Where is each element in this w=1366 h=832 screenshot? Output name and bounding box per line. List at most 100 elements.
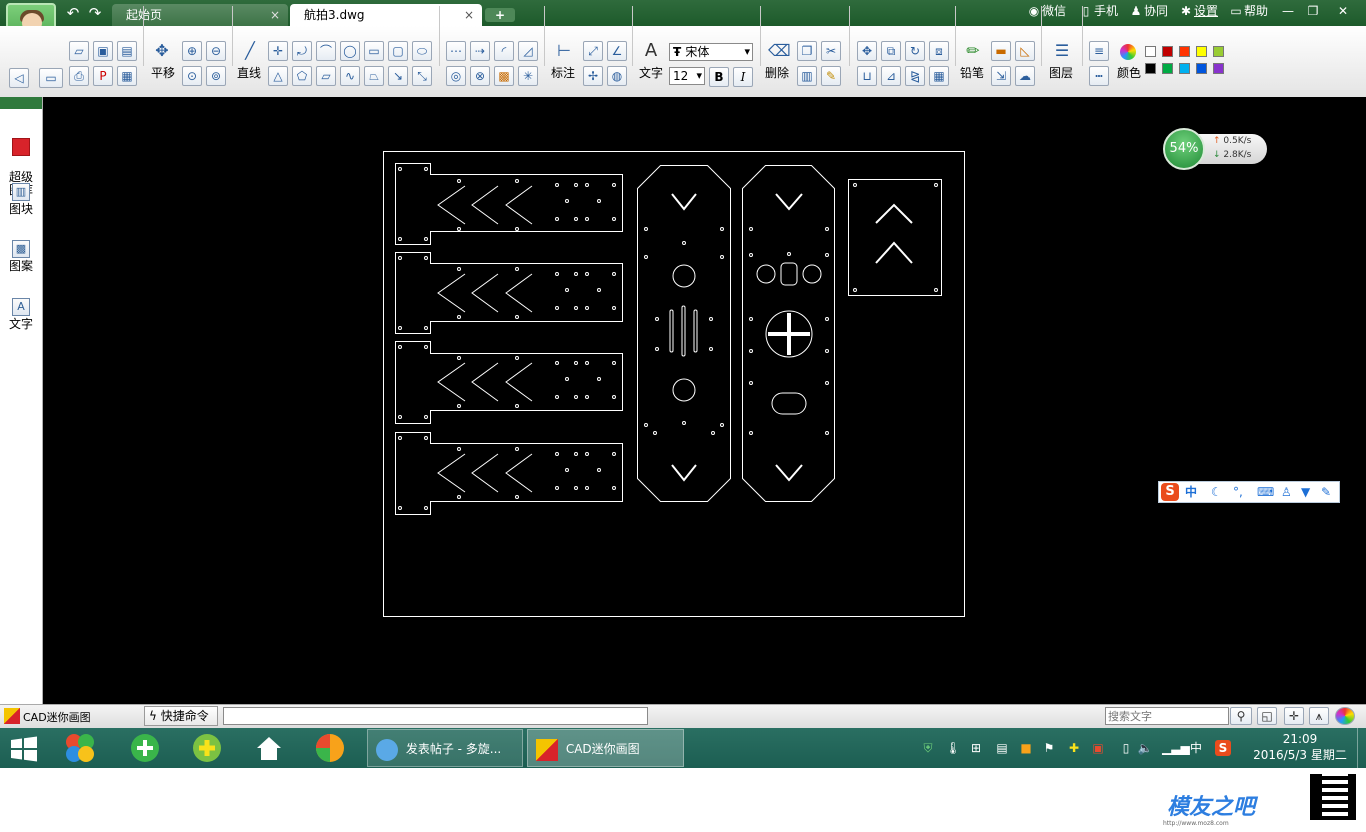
- align-icon[interactable]: ⊔: [857, 66, 877, 86]
- break-icon[interactable]: ⊗: [470, 66, 490, 86]
- text-tool-icon[interactable]: A: [641, 42, 661, 62]
- chamfer-icon[interactable]: ◿: [518, 41, 538, 61]
- aligned-dim-icon[interactable]: ⤢: [583, 41, 603, 61]
- copy-icon[interactable]: ❐: [797, 41, 817, 61]
- coordinate-dim-icon[interactable]: ✢: [583, 66, 603, 86]
- undo-icon[interactable]: ↶: [64, 5, 82, 21]
- triangle-icon[interactable]: △: [268, 66, 288, 86]
- dimension-icon[interactable]: ⊢: [554, 42, 574, 62]
- help-link[interactable]: ▭ 帮助: [1230, 3, 1268, 19]
- trim-icon[interactable]: ⋯: [446, 41, 466, 61]
- export-image-icon[interactable]: ▦: [117, 66, 137, 86]
- home-icon[interactable]: [252, 731, 286, 765]
- paste-icon[interactable]: ▥: [797, 66, 817, 86]
- hatch-icon[interactable]: ▩: [494, 66, 514, 86]
- zoom-out-icon[interactable]: ⊖: [206, 41, 226, 61]
- save-icon[interactable]: ▣: [93, 41, 113, 61]
- minimize-button[interactable]: —: [1278, 3, 1298, 19]
- line-icon[interactable]: ╱: [240, 42, 260, 62]
- search-text-input[interactable]: [1105, 707, 1229, 725]
- sidebar-item-text[interactable]: A 文字: [0, 298, 42, 331]
- italic-button[interactable]: I: [733, 67, 753, 87]
- line-type-icon[interactable]: ┅: [1089, 66, 1109, 86]
- tab-drawing[interactable]: 航拍3.dwg ×: [290, 4, 482, 26]
- measure-distance-icon[interactable]: ▬: [991, 41, 1011, 61]
- mirror-icon[interactable]: ⧎: [905, 66, 925, 86]
- double-arrow-icon[interactable]: ⤡: [412, 66, 432, 86]
- polyline-icon[interactable]: ⤾: [292, 41, 312, 61]
- collab-link[interactable]: ♟ 协同: [1130, 3, 1168, 19]
- color-label[interactable]: 颜色: [1117, 66, 1141, 80]
- moon-icon[interactable]: ☾: [1211, 484, 1222, 500]
- font-select[interactable]: Ŧ 宋体 ▾: [669, 43, 753, 61]
- quick-command-button[interactable]: ϟ 快捷命令: [144, 706, 218, 726]
- ime-tray[interactable]: 中: [1188, 740, 1204, 756]
- dimension-label[interactable]: 标注: [551, 66, 575, 80]
- offset-icon[interactable]: ◎: [446, 66, 466, 86]
- settings-link[interactable]: ✱ 设置: [1180, 3, 1218, 19]
- match-props-icon[interactable]: ✎: [821, 66, 841, 86]
- color-swatch-green[interactable]: [1162, 63, 1173, 74]
- ime-mode[interactable]: 中: [1185, 484, 1197, 500]
- stretch-icon[interactable]: ⊿: [881, 66, 901, 86]
- browser-icon[interactable]: [128, 731, 162, 765]
- arc-icon[interactable]: ⌒: [316, 41, 336, 61]
- rotate-icon[interactable]: ↻: [905, 41, 925, 61]
- tab-start-page[interactable]: 起始页 ×: [112, 4, 288, 26]
- cut-icon[interactable]: ✂: [821, 41, 841, 61]
- zoom-extents-icon[interactable]: ⊚: [206, 66, 226, 86]
- erase-label[interactable]: 删除: [765, 66, 789, 80]
- color-swatch-darkred[interactable]: [1162, 46, 1173, 57]
- printer-tray-icon[interactable]: ▤: [994, 740, 1010, 756]
- sogou-tray-icon[interactable]: S: [1215, 740, 1231, 756]
- plus-tray-icon[interactable]: ✚: [1066, 740, 1082, 756]
- sogou-logo-icon[interactable]: S: [1161, 483, 1179, 501]
- sidebar-item-pattern[interactable]: ▩ 图案: [0, 240, 42, 273]
- ime-toolbar[interactable]: S 中 ☾ °, ⌨ ♙ ▼ ✎: [1158, 481, 1340, 503]
- layers-icon[interactable]: ☰: [1052, 42, 1072, 62]
- trapezoid-icon[interactable]: ⏢: [364, 66, 384, 86]
- move-tool-icon[interactable]: ✥: [857, 41, 877, 61]
- windows-tray-icon[interactable]: ⊞: [968, 740, 984, 756]
- open-icon[interactable]: ▱: [69, 41, 89, 61]
- cloud-icon[interactable]: ☁: [1015, 66, 1035, 86]
- security-app-icon[interactable]: [190, 731, 224, 765]
- thermometer-icon[interactable]: 🌡: [945, 740, 961, 756]
- layer-label[interactable]: 图层: [1049, 66, 1073, 80]
- shield-icon[interactable]: ⛨: [920, 740, 936, 756]
- parallelogram-icon[interactable]: ▱: [316, 66, 336, 86]
- pan-label[interactable]: 平移: [151, 66, 175, 80]
- explode-icon[interactable]: ✳: [518, 66, 538, 86]
- eraser-icon[interactable]: ⌫: [768, 42, 791, 62]
- spline-icon[interactable]: ∿: [340, 66, 360, 86]
- array-icon[interactable]: ▦: [929, 66, 949, 86]
- line-label[interactable]: 直线: [237, 66, 261, 80]
- redo-icon[interactable]: ↷: [86, 5, 104, 21]
- launcher-icon[interactable]: [63, 731, 97, 765]
- print-icon[interactable]: ⎙: [69, 66, 89, 86]
- pencil-label[interactable]: 铅笔: [960, 66, 984, 80]
- folder-tray-icon[interactable]: ■: [1018, 740, 1034, 756]
- signal-icon[interactable]: ▁▃▅: [1162, 740, 1190, 756]
- radius-dim-icon[interactable]: ◍: [607, 66, 627, 86]
- network-speed-widget[interactable]: 54% ↑ 0.5K/s ↓ 2.8K/s: [1163, 128, 1267, 170]
- text-label[interactable]: 文字: [639, 66, 663, 80]
- search-icon[interactable]: ⚲: [1230, 707, 1252, 725]
- rectangle-icon[interactable]: ▭: [364, 41, 384, 61]
- extend-icon[interactable]: ⇢: [470, 41, 490, 61]
- drawing-canvas[interactable]: [43, 97, 1366, 704]
- measure-area-icon[interactable]: ◺: [1015, 41, 1035, 61]
- display-color-icon[interactable]: [1335, 707, 1355, 725]
- new-file-icon[interactable]: ▭: [39, 68, 63, 88]
- font-size-select[interactable]: 12 ▾: [669, 67, 705, 85]
- back-icon[interactable]: ◁: [9, 68, 29, 88]
- wechat-link[interactable]: ◉ 微信: [1028, 3, 1066, 19]
- move-icon[interactable]: ✛: [268, 41, 288, 61]
- punctuation-icon[interactable]: °,: [1233, 484, 1243, 500]
- line-weight-icon[interactable]: ≡: [1089, 41, 1109, 61]
- color-swatch-purple[interactable]: [1213, 63, 1224, 74]
- pencil-icon[interactable]: ✏: [963, 42, 983, 62]
- wrench-icon[interactable]: ✎: [1321, 484, 1331, 500]
- clock[interactable]: 21:09 2016/5/3 星期二: [1250, 731, 1350, 763]
- rounded-rect-icon[interactable]: ▢: [388, 41, 408, 61]
